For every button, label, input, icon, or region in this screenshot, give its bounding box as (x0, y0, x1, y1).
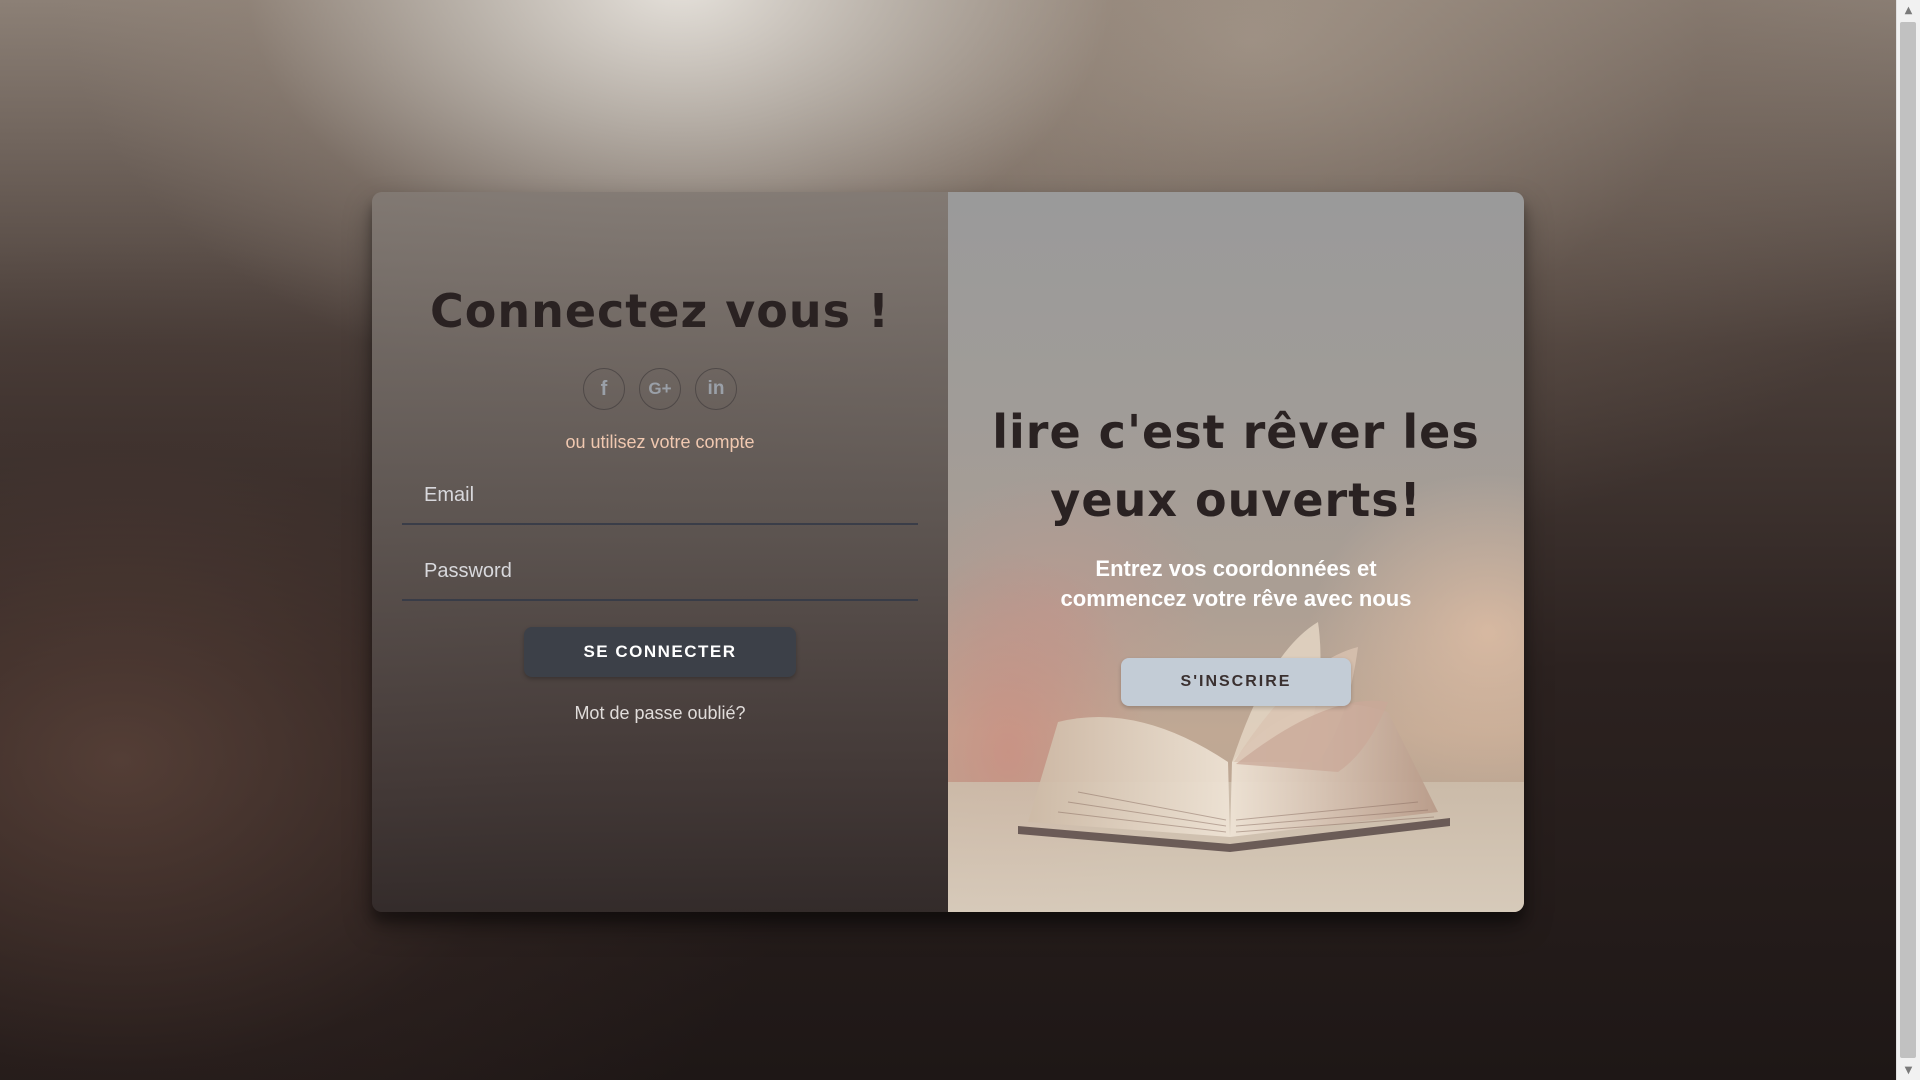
scroll-down-arrow-icon[interactable]: ▼ (1897, 1060, 1920, 1080)
overlay-title-line-1: lire c'est rêver les (992, 405, 1480, 459)
password-field-wrapper (402, 543, 918, 601)
signup-overlay-panel: lire c'est rêver les yeux ouverts! Entre… (948, 192, 1524, 912)
overlay-title-line-2: yeux ouverts! (1050, 473, 1422, 527)
overlay-title: lire c'est rêver les yeux ouverts! (948, 398, 1524, 534)
forgot-password-link[interactable]: Mot de passe oublié? (372, 703, 948, 724)
password-input[interactable] (402, 543, 918, 599)
email-field-wrapper (402, 467, 918, 525)
overlay-subtitle-line-1: Entrez vos coordonnées et (1095, 556, 1377, 581)
scroll-up-arrow-icon[interactable]: ▲ (1897, 0, 1920, 20)
overlay-subtitle: Entrez vos coordonnées et commencez votr… (1008, 554, 1464, 614)
login-button[interactable]: SE CONNECTER (524, 627, 796, 677)
scrollbar-thumb[interactable] (1900, 22, 1916, 1058)
signup-button[interactable]: S'INSCRIRE (1121, 658, 1351, 706)
google-plus-glyph: G+ (648, 379, 672, 398)
overlay-subtitle-line-2: commencez votre rêve avec nous (1060, 586, 1412, 611)
email-input[interactable] (402, 467, 918, 523)
google-plus-icon[interactable]: G+ (639, 368, 681, 410)
linkedin-glyph: in (707, 378, 725, 399)
linkedin-icon[interactable]: in (695, 368, 737, 410)
facebook-glyph: f (600, 377, 608, 400)
facebook-icon[interactable]: f (583, 368, 625, 410)
login-title: Connectez vous ! (429, 284, 890, 338)
open-book-image (1018, 622, 1450, 852)
vertical-scrollbar[interactable]: ▲ ▼ (1896, 0, 1920, 1080)
alt-login-text: ou utilisez votre compte (565, 432, 755, 452)
social-login-row: f G+ in (372, 368, 948, 410)
login-panel: Connectez vous ! f G+ in ou utilisez vot… (372, 192, 948, 912)
auth-card: Connectez vous ! f G+ in ou utilisez vot… (372, 192, 1524, 912)
